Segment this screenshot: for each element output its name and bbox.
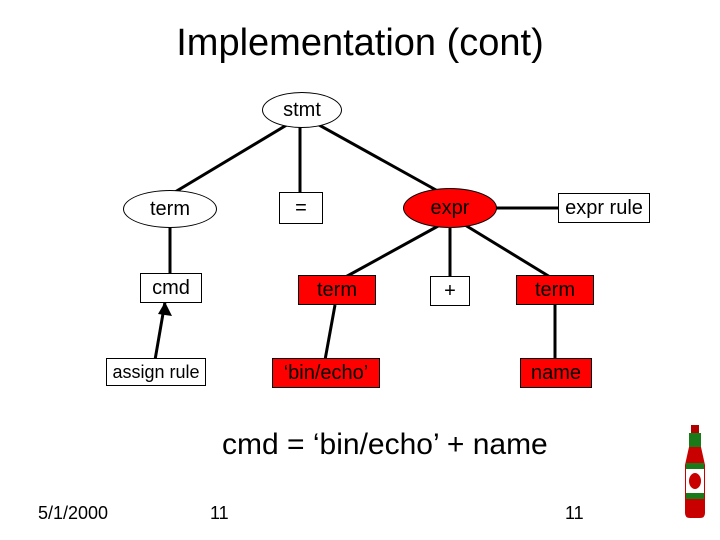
node-assign-rule-label: assign rule — [112, 362, 199, 383]
node-term-right: term — [516, 275, 594, 305]
node-name: name — [520, 358, 592, 388]
footer-page-left: 11 — [210, 503, 229, 524]
node-expr-rule-label: expr rule — [565, 197, 643, 220]
node-expr-rule: expr rule — [558, 193, 650, 223]
node-equals: = — [279, 192, 323, 224]
node-stmt-label: stmt — [283, 99, 321, 122]
slide: Implementation (cont) stmt term = expr e… — [0, 0, 720, 540]
node-term-mid: term — [298, 275, 376, 305]
node-term-left: term — [123, 190, 217, 228]
node-term-left-label: term — [150, 198, 190, 221]
node-bin-echo-label: ‘bin/echo’ — [284, 362, 369, 385]
node-cmd-label: cmd — [152, 277, 190, 300]
node-expr-label: expr — [431, 197, 470, 220]
footer-date: 5/1/2000 — [38, 503, 108, 524]
node-equals-label: = — [295, 197, 307, 220]
node-stmt: stmt — [262, 92, 342, 128]
node-cmd: cmd — [140, 273, 202, 303]
tabasco-bottle-icon — [680, 425, 710, 520]
footer-page-right: 11 — [565, 503, 584, 524]
node-assign-rule: assign rule — [106, 358, 206, 386]
node-term-mid-label: term — [317, 279, 357, 302]
node-bin-echo: ‘bin/echo’ — [272, 358, 380, 388]
node-plus-label: + — [444, 280, 456, 303]
summary-expression: cmd = ‘bin/echo’ + name — [222, 428, 548, 462]
node-plus: + — [430, 276, 470, 306]
node-expr: expr — [403, 188, 497, 228]
slide-title: Implementation (cont) — [0, 22, 720, 65]
node-term-right-label: term — [535, 279, 575, 302]
node-name-label: name — [531, 362, 581, 385]
